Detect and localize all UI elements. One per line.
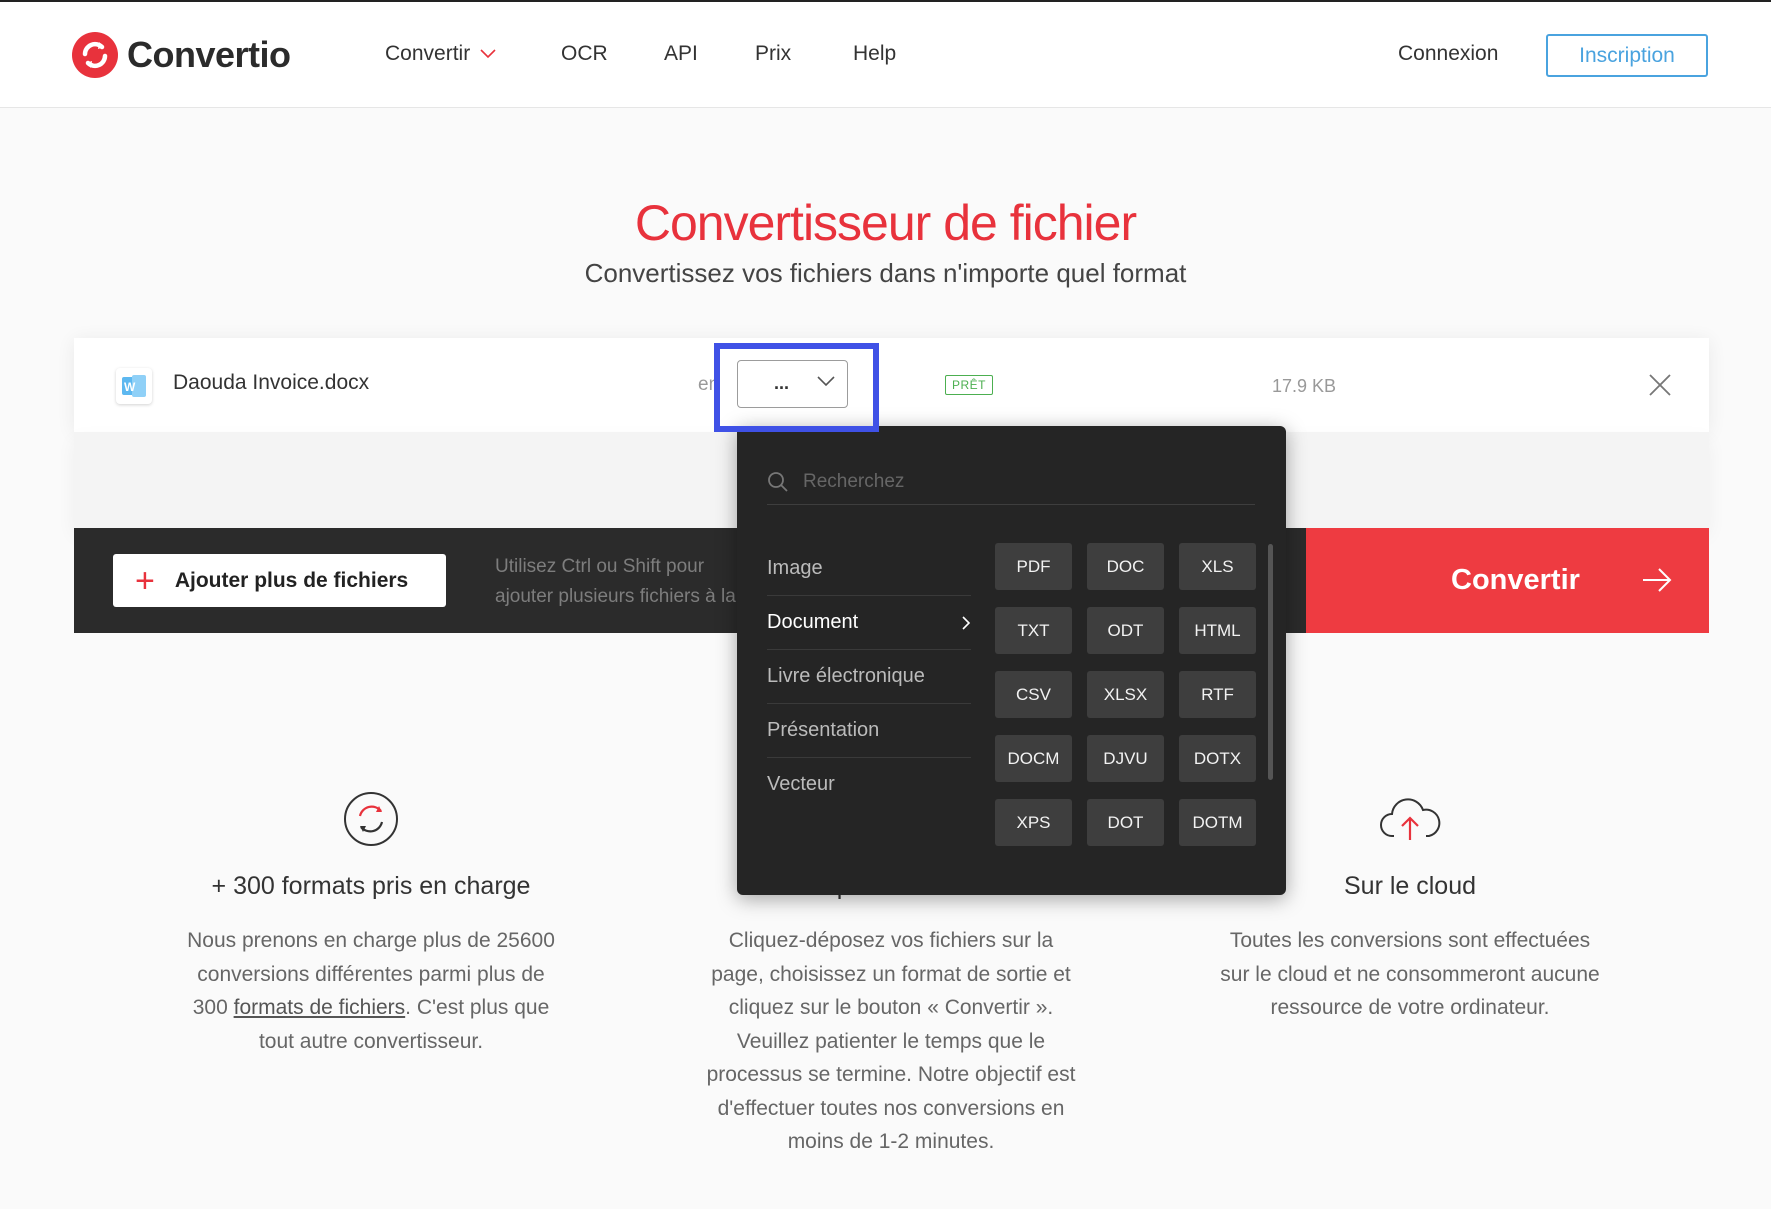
format-option[interactable]: DOTX: [1179, 735, 1256, 782]
category-item[interactable]: Livre électronique: [767, 650, 971, 704]
format-option[interactable]: PDF: [995, 543, 1072, 590]
add-files-button[interactable]: + Ajouter plus de fichiers: [113, 554, 446, 607]
category-list: Image Document Livre électronique Présentat…: [767, 542, 971, 811]
category-label: Image: [767, 557, 823, 579]
cloud-upload-icon: [1380, 798, 1441, 840]
formats-link[interactable]: formats de fichiers: [234, 996, 406, 1019]
format-option[interactable]: TXT: [995, 607, 1072, 654]
login-link[interactable]: Connexion: [1398, 42, 1498, 66]
chevron-right-icon: [962, 615, 971, 630]
feature-text: Nous prenons en charge plus de 25600 con…: [187, 929, 555, 1053]
logo-text: Convertio: [127, 34, 291, 75]
category-label: Présentation: [767, 719, 880, 741]
logo[interactable]: Convertio: [72, 32, 291, 78]
format-option[interactable]: XLS: [1179, 543, 1256, 590]
format-grid: PDF DOC XLS TXT ODT HTML CSV XLSX RTF DOCM DJVU DOT…: [995, 543, 1256, 846]
search-icon: [768, 472, 788, 492]
svg-text:W: W: [124, 380, 136, 394]
category-item[interactable]: Vecteur: [767, 758, 971, 811]
multi-select-hint: Utilisez Ctrl ou Shift pour ajouter plus…: [495, 556, 736, 607]
format-option[interactable]: ODT: [1087, 607, 1164, 654]
chevron-down-icon: [817, 376, 835, 387]
convert-label: Convertir: [1451, 564, 1580, 596]
plus-icon: +: [135, 561, 155, 600]
file-name: Daouda Invoice.docx: [173, 371, 370, 394]
convert-button[interactable]: Convertir: [1306, 528, 1709, 633]
nav-help[interactable]: Help: [853, 42, 896, 66]
category-item[interactable]: Document: [767, 596, 971, 650]
format-option[interactable]: XPS: [995, 799, 1072, 846]
feature-text: Toutes les conversions sont effectuées s…: [1220, 929, 1600, 1019]
file-row: W Daouda Invoice.docx en ... PRÊT 17.9 K…: [74, 338, 1709, 432]
category-item[interactable]: Présentation: [767, 704, 971, 758]
refresh-icon: [344, 792, 398, 846]
arrow-right-icon: [1643, 568, 1672, 592]
word-document-icon: W: [116, 368, 152, 404]
chevron-down-icon: [480, 49, 496, 59]
page-title: Convertisseur de fichier: [634, 195, 1137, 251]
to-label: en: [698, 374, 720, 395]
add-files-label: Ajouter plus de fichiers: [174, 568, 409, 592]
feature-text: Cliquez-déposez vos fichiers sur la page…: [706, 929, 1076, 1153]
format-option[interactable]: DOCM: [995, 735, 1072, 782]
nav-convertir[interactable]: Convertir: [385, 42, 496, 66]
convertio-logo-icon: [72, 32, 118, 78]
format-option[interactable]: DOTM: [1179, 799, 1256, 846]
format-dropdown: Image Document Livre électronique Présentat…: [737, 426, 1286, 895]
format-option[interactable]: HTML: [1179, 607, 1256, 654]
status-badge: PRÊT: [945, 375, 994, 395]
nav-ocr[interactable]: OCR: [561, 42, 608, 66]
close-icon[interactable]: [1647, 372, 1673, 398]
nav-api[interactable]: API: [664, 42, 698, 66]
site-header: Convertio Convertir OCR API Prix Help Co…: [0, 2, 1771, 108]
format-search-input[interactable]: [801, 470, 1225, 494]
format-option[interactable]: XLSX: [1087, 671, 1164, 718]
page-subtitle: Convertissez vos fichiers dans n'importe…: [584, 258, 1187, 288]
nav-convertir-label: Convertir: [385, 42, 471, 65]
nav-prix[interactable]: Prix: [755, 42, 791, 66]
selected-format: ...: [774, 373, 790, 393]
format-option[interactable]: DOC: [1087, 543, 1164, 590]
format-option[interactable]: RTF: [1179, 671, 1256, 718]
category-item[interactable]: Image: [767, 542, 971, 596]
feature-formats: + 300 formats pris en charge Nous prenon…: [181, 790, 561, 1053]
output-format-select[interactable]: ...: [737, 360, 848, 408]
format-search: [767, 460, 1255, 505]
format-option[interactable]: CSV: [995, 671, 1072, 718]
format-option[interactable]: DJVU: [1087, 735, 1164, 782]
dropdown-scrollbar[interactable]: [1268, 544, 1273, 780]
category-label: Vecteur: [767, 773, 835, 795]
category-label: Document: [767, 611, 859, 633]
file-size: 17.9 KB: [1272, 376, 1337, 396]
feature-title: + 300 formats pris en charge: [211, 872, 531, 900]
category-label: Livre électronique: [767, 665, 925, 687]
format-option[interactable]: DOT: [1087, 799, 1164, 846]
signup-button[interactable]: Inscription: [1546, 34, 1708, 77]
